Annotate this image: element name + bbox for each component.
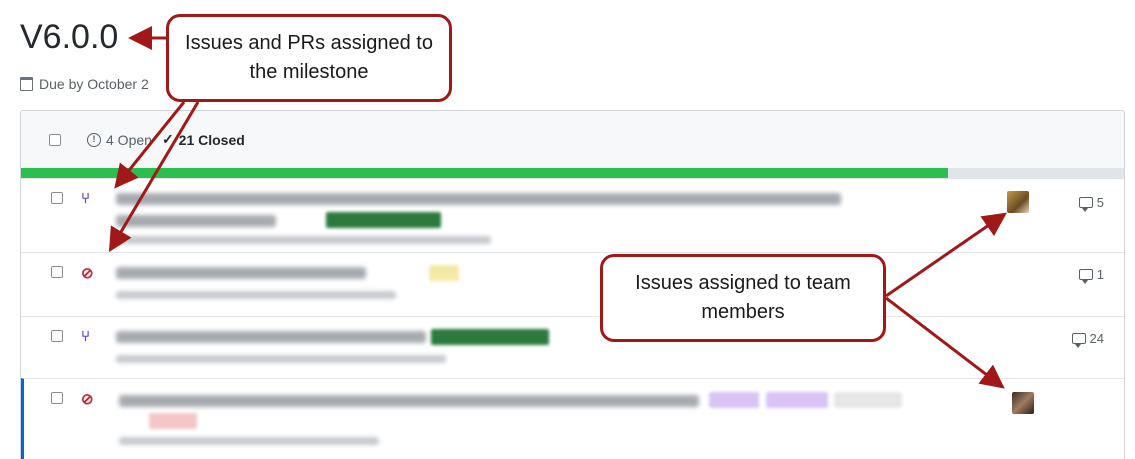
- due-date-text: Due by October 2: [39, 76, 149, 92]
- open-filter[interactable]: ! 4 Open: [87, 132, 152, 148]
- milestone-title: V6.0.0: [20, 18, 119, 56]
- blurred-title: [116, 215, 276, 227]
- list-header: ! 4 Open ✓ 21 Closed: [21, 111, 1124, 168]
- closed-count: 21 Closed: [178, 131, 245, 148]
- avatar: [1012, 392, 1034, 414]
- row-checkbox[interactable]: [51, 192, 63, 204]
- milestone-progress-bar: [21, 168, 1124, 178]
- open-count: 4 Open: [106, 131, 152, 148]
- label-tag: [326, 212, 441, 228]
- label-tag: [431, 329, 549, 345]
- callout-milestone-items: Issues and PRs assigned to the milestone: [166, 14, 452, 102]
- issues-list: ! 4 Open ✓ 21 Closed ⑂ 5 ⊘ 1 ⑂ 24 ⊘: [20, 110, 1125, 459]
- blurred-title: [116, 267, 366, 279]
- label-tag: [429, 265, 459, 281]
- pr-merged-icon: ⑂: [81, 328, 91, 345]
- calendar-icon: [20, 77, 33, 91]
- row-checkbox[interactable]: [51, 330, 63, 342]
- avatar: [1007, 191, 1029, 213]
- row-checkbox[interactable]: [51, 266, 63, 278]
- blurred-meta: [116, 236, 491, 244]
- label-tag: [149, 413, 197, 429]
- issue-opened-icon: !: [87, 132, 101, 147]
- blurred-meta: [116, 291, 396, 299]
- list-item[interactable]: ⊘: [21, 378, 1124, 459]
- row-checkbox[interactable]: [51, 392, 63, 404]
- blurred-title: [119, 395, 699, 407]
- blurred-title: [116, 193, 841, 205]
- callout-team-members: Issues assigned to team members: [600, 254, 886, 342]
- comment-count[interactable]: 1: [1078, 267, 1104, 284]
- pr-merged-icon: ⑂: [81, 190, 91, 207]
- comment-icon: [1071, 333, 1086, 348]
- list-item[interactable]: ⑂ 5: [21, 178, 1124, 252]
- select-all-checkbox[interactable]: [49, 133, 61, 146]
- comment-count[interactable]: 24: [1071, 331, 1104, 348]
- blurred-meta: [116, 355, 446, 363]
- issue-closed-icon: ⊘: [81, 265, 94, 282]
- comment-count[interactable]: 5: [1078, 195, 1104, 212]
- check-icon: ✓: [161, 131, 174, 147]
- closed-filter[interactable]: ✓ 21 Closed: [162, 131, 245, 148]
- label-tag: [709, 392, 759, 408]
- label-tag: [766, 392, 828, 408]
- blurred-title: [116, 331, 426, 343]
- list-item[interactable]: ⑂ 24: [21, 316, 1124, 378]
- comment-icon: [1078, 269, 1093, 284]
- due-date: Due by October 2: [20, 76, 149, 92]
- comment-icon: [1078, 197, 1093, 212]
- blurred-meta: [119, 437, 379, 445]
- issue-closed-icon: ⊘: [81, 391, 94, 408]
- progress-fill: [21, 168, 948, 178]
- list-item[interactable]: ⊘ 1: [21, 252, 1124, 316]
- label-tag: [834, 392, 902, 408]
